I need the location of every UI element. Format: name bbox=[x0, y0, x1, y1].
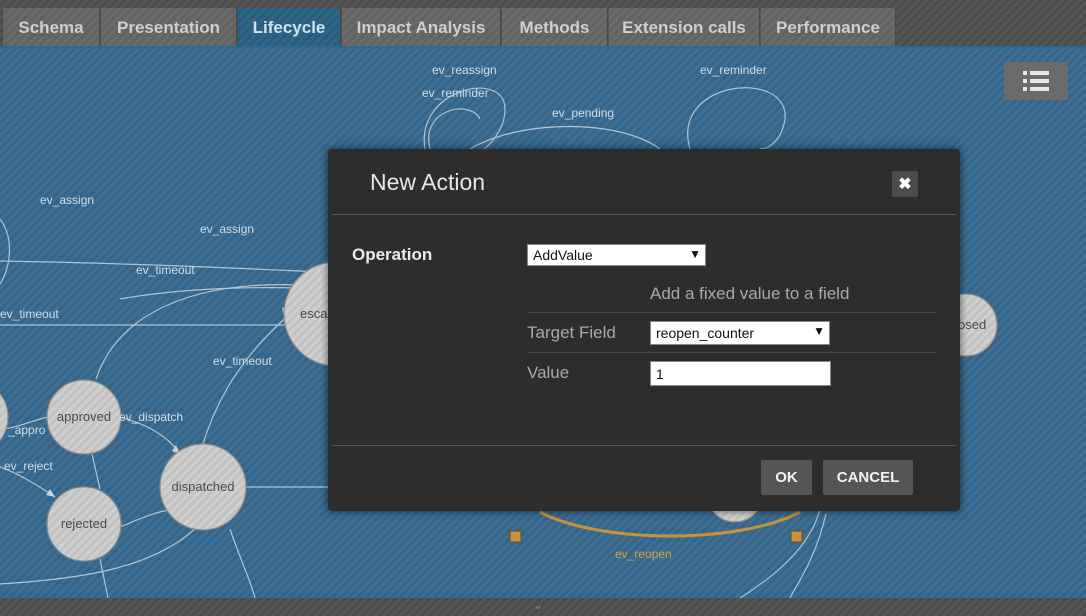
desc-divider bbox=[527, 312, 936, 313]
tab-schema[interactable]: Schema bbox=[3, 8, 100, 48]
chevron-down-icon: ▼ bbox=[689, 247, 701, 261]
label-ev-timeout-2: ev_timeout bbox=[0, 307, 59, 321]
footer-divider bbox=[332, 445, 956, 446]
value-label: Value bbox=[527, 363, 570, 382]
label-ev-reject: ev_reject bbox=[4, 459, 53, 473]
node-rejected-label: rejected bbox=[61, 516, 107, 531]
tab-extension-calls[interactable]: Extension calls bbox=[609, 8, 760, 48]
reopen-handle-right bbox=[790, 530, 803, 543]
header-divider bbox=[332, 214, 956, 215]
tab-presentation[interactable]: Presentation bbox=[101, 8, 237, 48]
node-escalated-label: esca bbox=[300, 306, 328, 321]
edge-pending bbox=[469, 126, 661, 150]
list-icon bbox=[1023, 71, 1049, 91]
node-dispatched-label: dispatched bbox=[172, 479, 235, 494]
label-ev-assign-1: ev_assign bbox=[40, 193, 94, 207]
edge-ev-timeout-3 bbox=[202, 313, 291, 445]
label-ev-timeout-1: ev_timeout bbox=[136, 263, 195, 277]
operation-select-value: AddValue bbox=[533, 247, 593, 263]
dialog-title: New Action bbox=[370, 169, 486, 195]
edge-left-loop bbox=[0, 218, 11, 285]
target-field-label: Target Field bbox=[527, 323, 616, 342]
node-closed-label: osed bbox=[958, 317, 986, 332]
edge-reminder-loop-1 bbox=[428, 108, 481, 150]
node-approved-label: approved bbox=[57, 409, 111, 424]
tab-lifecycle[interactable]: Lifecycle bbox=[238, 8, 341, 48]
chevron-down-icon: ▼ bbox=[813, 324, 825, 338]
label-ev-reassign: ev_reassign bbox=[432, 63, 497, 77]
chevron-down-icon[interactable]: ⌄ bbox=[533, 598, 543, 612]
tab-impact-analysis[interactable]: Impact Analysis bbox=[342, 8, 501, 48]
operation-label: Operation bbox=[352, 245, 433, 264]
label-ev-pending: ev_pending bbox=[552, 106, 614, 120]
cancel-button[interactable]: CANCEL bbox=[823, 460, 913, 495]
edge-ev-reopen bbox=[539, 510, 801, 538]
label-ev-reopen: ev_reopen bbox=[615, 547, 672, 561]
edge-right-down-2 bbox=[789, 513, 827, 598]
label-ev-approve: _appro bbox=[7, 423, 46, 437]
arrowhead-2 bbox=[46, 489, 55, 497]
tab-performance[interactable]: Performance bbox=[761, 8, 896, 48]
edge-dispatched-down bbox=[229, 528, 256, 598]
close-icon[interactable]: ✖ bbox=[892, 171, 918, 197]
reopen-handle-left bbox=[509, 530, 522, 543]
label-ev-dispatch: ev_dispatch bbox=[119, 410, 183, 424]
label-ev-reminder-2: ev_reminder bbox=[700, 63, 767, 77]
edge-approved-rejected bbox=[91, 453, 101, 490]
list-menu-button[interactable] bbox=[1004, 62, 1068, 100]
tab-bar: Schema Presentation Lifecycle Impact Ana… bbox=[0, 0, 1086, 49]
value-input[interactable]: 1 bbox=[650, 361, 831, 386]
label-ev-assign-2: ev_assign bbox=[200, 222, 254, 236]
edge-reminder-loop-2 bbox=[687, 87, 786, 150]
node-left-partial bbox=[0, 392, 9, 442]
edge-right-down bbox=[739, 508, 821, 598]
target-field-select[interactable]: reopen_counter ▼ bbox=[650, 321, 830, 345]
operation-select[interactable]: AddValue ▼ bbox=[527, 244, 706, 266]
label-ev-reminder-1: ev_reminder bbox=[422, 86, 489, 100]
label-ev-timeout-3: ev_timeout bbox=[213, 354, 272, 368]
new-action-dialog: New Action ✖ Operation AddValue ▼ Add a … bbox=[328, 149, 960, 511]
target-field-value: reopen_counter bbox=[656, 325, 755, 341]
target-divider bbox=[527, 352, 936, 353]
ok-button[interactable]: OK bbox=[761, 460, 812, 495]
tab-methods[interactable]: Methods bbox=[502, 8, 608, 48]
operation-description: Add a fixed value to a field bbox=[650, 284, 850, 303]
edge-rejected-down bbox=[99, 558, 109, 598]
